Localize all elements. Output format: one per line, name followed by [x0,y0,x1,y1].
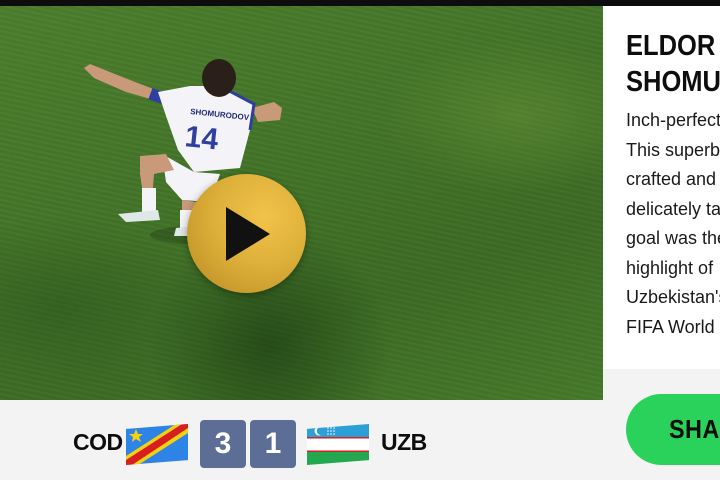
description-line: crafted and [626,169,717,189]
away-team-code: UZB [381,429,427,455]
description: Inch-perfect. This superb pass was craft… [626,106,720,342]
flag-dr-congo-icon [126,424,188,465]
share-label: SHARE [669,414,720,444]
description-line: Uzbekistan's [626,287,720,307]
info-card: ELDOR SHOMURODOV Inch-perfect. This supe… [603,6,720,369]
description-line: This superb pass was [626,139,720,160]
description-line: delicately taken. This [626,198,720,219]
title-line-2: SHOMURODOV [626,66,720,98]
away-score: 1 [250,420,296,468]
share-button[interactable]: SHARE [626,394,720,465]
shirt-number: 14 [183,120,220,156]
flag-uzbekistan-icon [307,424,369,465]
player-title: ELDOR SHOMURODOV [626,28,720,100]
description-line: goal was the [626,228,720,248]
title-line-1: ELDOR [626,30,716,62]
home-score: 3 [200,420,246,468]
home-team-code: COD [73,429,123,455]
description-line: FIFA World Cup. [626,316,720,337]
score-bar: COD 3 1 UZB [0,400,603,480]
side-panel: ELDOR SHOMURODOV Inch-perfect. This supe… [603,6,720,480]
description-line: Inch-perfect. [626,110,720,130]
video-player[interactable]: SHOMURODOV 14 [0,6,603,400]
play-icon [226,207,270,261]
play-button[interactable] [187,174,306,293]
description-line: highlight of [626,257,714,278]
